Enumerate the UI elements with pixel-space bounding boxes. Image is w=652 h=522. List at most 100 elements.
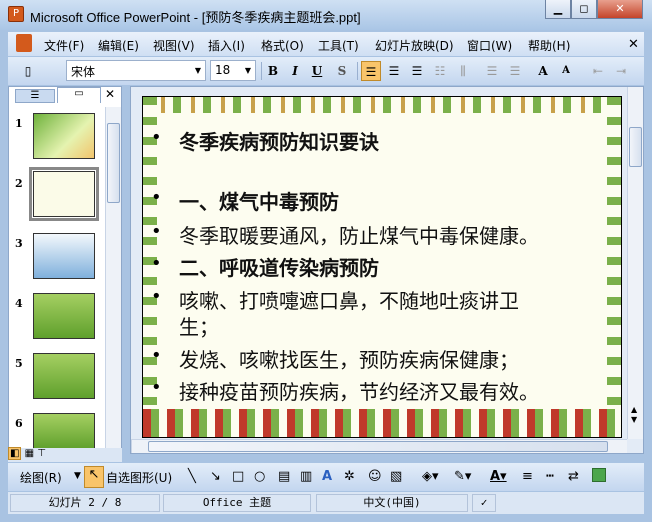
font-size-value: 18	[215, 63, 231, 77]
font-color-icon[interactable]: A▾	[490, 469, 507, 484]
bullet: •	[151, 221, 162, 242]
bold-button[interactable]: B	[263, 61, 283, 81]
slides-pane: ☰ ▭ ✕ 1 2 3 4 5 6	[8, 86, 122, 452]
slides-pane-scrollbar[interactable]	[105, 107, 121, 449]
draw-menu[interactable]: 绘图(R)	[20, 469, 62, 486]
slideshow-icon[interactable]: ⊤	[37, 448, 46, 459]
theme-name: Office 主题	[163, 494, 311, 512]
increase-indent-button[interactable]: ⇥	[611, 61, 631, 81]
scrollbar-thumb[interactable]	[629, 127, 642, 167]
drawing-toolbar: 绘图(R) ▼ ↖ 自选图形(U) ╲ ↘ □ ○ ▤ ▥ A ✲ ☺ ▧ ◈▾…	[8, 463, 644, 491]
distribute-button[interactable]: ☷	[430, 61, 450, 81]
scrollbar-thumb[interactable]	[107, 123, 120, 203]
normal-view-icon[interactable]: ◧	[8, 447, 22, 460]
diagram-icon[interactable]: ✲	[344, 469, 355, 484]
slide-thumbnail-3[interactable]	[33, 233, 95, 279]
slide-thumbnail-5[interactable]	[33, 353, 95, 399]
leaf-border-top	[143, 97, 621, 113]
menu-window[interactable]: 窗口(W)	[467, 37, 512, 54]
fill-color-icon[interactable]: ◈▾	[422, 469, 439, 484]
line-color-icon[interactable]: ✎▾	[454, 469, 471, 484]
clipart-icon[interactable]: ☺	[368, 469, 382, 484]
new-document-icon[interactable]: ▯	[18, 61, 38, 81]
title-bar: P Microsoft Office PowerPoint - [预防冬季疾病主…	[0, 0, 652, 30]
slide-number: 6	[15, 417, 23, 430]
slide-thumbnail-2[interactable]	[29, 167, 99, 221]
align-right-button[interactable]: ☰	[407, 61, 427, 81]
slide-thumbnail-6[interactable]	[33, 413, 95, 449]
slide-thumbnail-1[interactable]	[33, 113, 95, 159]
close-button[interactable]: ✕	[597, 0, 643, 19]
menu-slideshow[interactable]: 幻灯片放映(D)	[375, 37, 454, 54]
bullet: •	[151, 286, 162, 307]
formatting-toolbar: ▯ 宋体 ▼ 18 ▼ B I U S ☰ ☰ ☰ ☷ ⫼ ☰ ☰ A A ⇤ ⇥	[8, 57, 644, 85]
menu-help[interactable]: 帮助(H)	[528, 37, 570, 54]
shadow-button[interactable]: S	[332, 61, 352, 81]
chevron-down-icon[interactable]: ▼	[74, 471, 81, 481]
picture-icon[interactable]: ▧	[390, 469, 402, 484]
slide-counter: 幻灯片 2 / 8	[10, 494, 160, 512]
select-pointer-icon[interactable]: ↖	[84, 466, 104, 488]
vertical-scrollbar[interactable]: ▲ ▼	[627, 87, 643, 439]
menu-edit[interactable]: 编辑(E)	[98, 37, 139, 54]
oval-icon[interactable]: ○	[254, 469, 265, 484]
slide-line: 生；	[179, 315, 219, 339]
window-title: Microsoft Office PowerPoint - [预防冬季疾病主题班…	[30, 10, 361, 25]
maximize-button[interactable]: ◻	[571, 0, 597, 19]
slides-tab[interactable]: ▭	[57, 87, 101, 103]
slide-sorter-icon[interactable]: ▦	[25, 448, 34, 459]
slide-line: 一、煤气中毒预防	[179, 190, 339, 214]
vertical-textbox-icon[interactable]: ▥	[300, 469, 312, 484]
slide-line: 冬季取暖要通风，防止煤气中毒保健康。	[179, 224, 539, 248]
bullets-button[interactable]: ☰	[505, 61, 525, 81]
slide-number: 1	[15, 117, 23, 130]
slide-canvas[interactable]: • 冬季疾病预防知识要诀 • 一、煤气中毒预防 • 冬季取暖要通风，防止煤气中毒…	[142, 96, 622, 438]
line-style-icon[interactable]: ≡	[522, 469, 533, 484]
horizontal-scrollbar[interactable]	[131, 439, 627, 453]
close-pane-icon[interactable]: ✕	[105, 87, 115, 101]
dash-style-icon[interactable]: ┅	[546, 469, 554, 484]
align-center-button[interactable]: ☰	[384, 61, 404, 81]
increase-font-button[interactable]: A	[533, 61, 553, 81]
decrease-font-button[interactable]: A	[556, 61, 576, 81]
slide-heading: 冬季疾病预防知识要诀	[179, 130, 379, 154]
autoshapes-menu[interactable]: 自选图形(U)	[106, 469, 172, 486]
bullet: •	[151, 377, 162, 398]
spelling-check-icon[interactable]: ✓	[472, 494, 496, 512]
menu-bar: 文件(F) 编辑(E) 视图(V) 插入(I) 格式(O) 工具(T) 幻灯片放…	[8, 32, 644, 56]
text-direction-button[interactable]: ⫼	[453, 61, 473, 81]
close-document-icon[interactable]: ✕	[628, 37, 639, 52]
minimize-button[interactable]: ▁	[545, 0, 571, 19]
slide-line: 接种疫苗预防疾病，节约经济又最有效。	[179, 380, 539, 404]
decrease-indent-button[interactable]: ⇤	[588, 61, 608, 81]
font-select[interactable]: 宋体 ▼	[66, 60, 206, 81]
menu-tools[interactable]: 工具(T)	[318, 37, 359, 54]
italic-button[interactable]: I	[285, 61, 305, 81]
flower-border-bottom	[143, 409, 621, 437]
scrollbar-thumb[interactable]	[148, 441, 608, 452]
menu-insert[interactable]: 插入(I)	[208, 37, 245, 54]
slide-thumbnail-4[interactable]	[33, 293, 95, 339]
align-left-button[interactable]: ☰	[361, 61, 381, 81]
underline-button[interactable]: U	[307, 61, 327, 81]
outline-tab[interactable]: ☰	[15, 89, 55, 103]
shadow-style-icon[interactable]	[592, 468, 606, 482]
line-icon[interactable]: ╲	[188, 469, 196, 484]
chevron-down-icon[interactable]: ▼	[191, 61, 205, 80]
arrow-style-icon[interactable]: ⇄	[568, 469, 579, 484]
textbox-icon[interactable]: ▤	[278, 469, 290, 484]
rectangle-icon[interactable]: □	[232, 469, 244, 484]
menu-format[interactable]: 格式(O)	[261, 37, 304, 54]
arrow-icon[interactable]: ↘	[210, 469, 221, 484]
menu-view[interactable]: 视图(V)	[153, 37, 195, 54]
numbering-button[interactable]: ☰	[482, 61, 502, 81]
slide-line: 咳嗽、打喷嚏遮口鼻，不随地吐痰讲卫	[179, 289, 519, 313]
document-icon[interactable]	[16, 34, 32, 52]
font-value: 宋体	[71, 65, 96, 79]
menu-file[interactable]: 文件(F)	[44, 37, 84, 54]
font-size-select[interactable]: 18 ▼	[210, 60, 256, 81]
slide-line: 二、呼吸道传染病预防	[179, 256, 379, 280]
prev-next-slide-icons[interactable]: ▲ ▼	[631, 405, 637, 425]
wordart-icon[interactable]: A	[322, 469, 332, 484]
chevron-down-icon[interactable]: ▼	[241, 61, 255, 80]
